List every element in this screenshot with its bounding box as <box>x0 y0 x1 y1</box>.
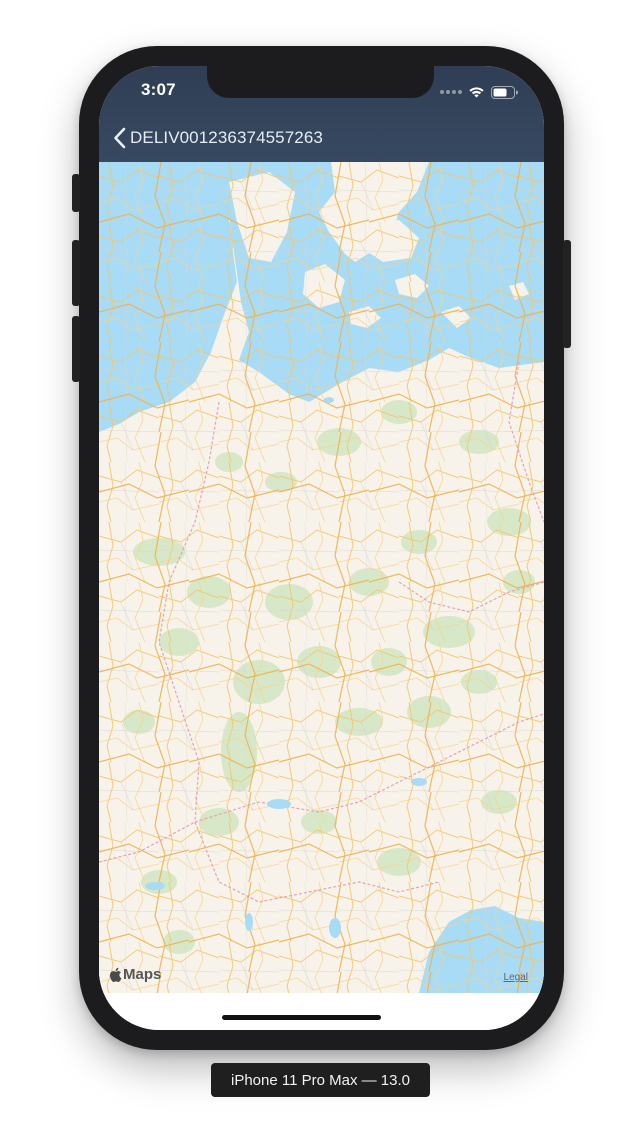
map-canvas[interactable] <box>99 162 544 993</box>
wifi-icon <box>469 86 484 97</box>
battery-icon <box>491 85 518 99</box>
back-button[interactable]: DELIV001236374557263 <box>113 124 323 152</box>
screen: Maps Legal 3:07 DELIV001236374557263 <box>99 66 544 1030</box>
apple-logo-icon <box>109 967 122 982</box>
device-caption: iPhone 11 Pro Max — 13.0 <box>211 1063 430 1097</box>
back-chevron-icon <box>114 127 126 149</box>
device-frame: Maps Legal 3:07 DELIV001236374557263 <box>72 46 571 1050</box>
map-view[interactable]: Maps Legal <box>99 162 544 993</box>
back-button-title: DELIV001236374557263 <box>130 128 323 147</box>
volume-down-button <box>72 316 80 382</box>
navigation-bar: 3:07 DELIV001236374557263 <box>99 66 544 162</box>
legal-link[interactable]: Legal <box>504 972 528 983</box>
power-button <box>563 240 571 348</box>
maps-label: Maps <box>123 966 162 983</box>
volume-up-button <box>72 240 80 306</box>
status-time: 3:07 <box>141 80 176 99</box>
signal-icon <box>440 90 462 94</box>
home-area <box>99 993 544 1030</box>
notch <box>207 66 434 98</box>
apple-maps-logo: Maps <box>109 966 161 983</box>
status-icons <box>440 82 518 102</box>
home-indicator[interactable] <box>222 1015 381 1020</box>
silent-switch <box>72 174 80 212</box>
